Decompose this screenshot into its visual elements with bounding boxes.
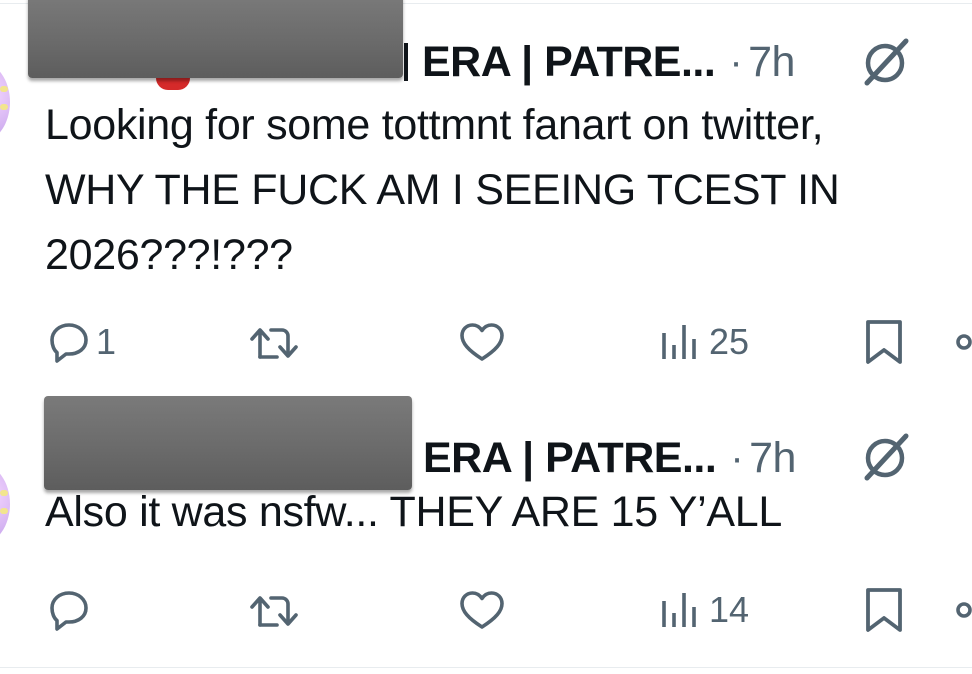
share-icon — [956, 334, 972, 350]
reply-icon — [50, 323, 88, 363]
heart-icon — [460, 323, 504, 361]
tweet-text-line: 2026???!??? — [45, 231, 293, 279]
reply-count: 1 — [96, 321, 117, 362]
share-icon — [956, 602, 972, 618]
bottom-divider — [0, 667, 972, 668]
retweet-button[interactable] — [247, 580, 307, 640]
heart-icon — [460, 591, 504, 629]
name-fragment — [404, 43, 408, 81]
retweet-icon — [250, 596, 298, 627]
avatar-peek — [156, 78, 190, 90]
display-name[interactable]: ERA | PATRE... — [422, 38, 716, 87]
tweet[interactable]: ERA | PATRE... · 7h Also it was nsfw... … — [0, 390, 972, 668]
views-icon — [662, 325, 696, 359]
avatar[interactable] — [0, 464, 10, 544]
tweet-text-line: Looking for some tottmnt fanart on twitt… — [45, 101, 824, 149]
views-count: 14 — [709, 589, 750, 630]
tweet-header: ERA | PATRE... · 7h — [404, 36, 795, 88]
grok-icon[interactable] — [858, 428, 914, 484]
avatar-detail — [0, 86, 8, 92]
tweet-actions: 1 25 — [0, 312, 972, 372]
views-icon — [662, 593, 696, 627]
reply-button[interactable] — [46, 580, 96, 640]
display-name[interactable]: ERA | PATRE... — [423, 434, 717, 483]
bookmark-icon — [866, 320, 902, 364]
reply-button[interactable]: 1 — [46, 312, 116, 372]
tweet[interactable]: ERA | PATRE... · 7h Looking for some tot… — [0, 0, 972, 390]
tweet-text-line: WHY THE FUCK AM I SEEING TCEST IN — [45, 166, 840, 214]
avatar-detail — [0, 104, 8, 110]
views-count: 25 — [709, 321, 750, 362]
header-separator: · — [730, 435, 744, 480]
reply-icon — [50, 591, 88, 631]
tweet-actions: 14 — [0, 580, 972, 640]
retweet-button[interactable] — [247, 312, 307, 372]
tweet-header: ERA | PATRE... · 7h — [423, 432, 796, 484]
redaction-box — [28, 0, 403, 78]
retweet-icon — [250, 328, 298, 359]
share-button[interactable] — [952, 312, 972, 372]
bookmark-icon — [866, 588, 902, 632]
tweet-text: Looking for some tottmnt fanart on twitt… — [45, 93, 840, 288]
views-button[interactable]: 25 — [659, 312, 749, 372]
tweet-text-line: Also it was nsfw... THEY ARE 15 Y’ALL — [45, 488, 782, 536]
timestamp[interactable]: 7h — [749, 434, 796, 483]
like-button[interactable] — [458, 312, 510, 372]
share-button[interactable] — [952, 580, 972, 640]
avatar-detail — [0, 508, 8, 514]
bookmark-button[interactable] — [862, 312, 906, 372]
header-separator: · — [729, 39, 743, 84]
views-button[interactable]: 14 — [659, 580, 749, 640]
bookmark-button[interactable] — [862, 580, 906, 640]
grok-icon[interactable] — [858, 33, 914, 89]
avatar-detail — [0, 490, 8, 496]
like-button[interactable] — [458, 580, 510, 640]
tweet-text: Also it was nsfw... THEY ARE 15 Y’ALL — [45, 480, 782, 545]
timestamp[interactable]: 7h — [748, 38, 795, 87]
redaction-box — [44, 396, 412, 490]
avatar[interactable] — [0, 62, 10, 142]
